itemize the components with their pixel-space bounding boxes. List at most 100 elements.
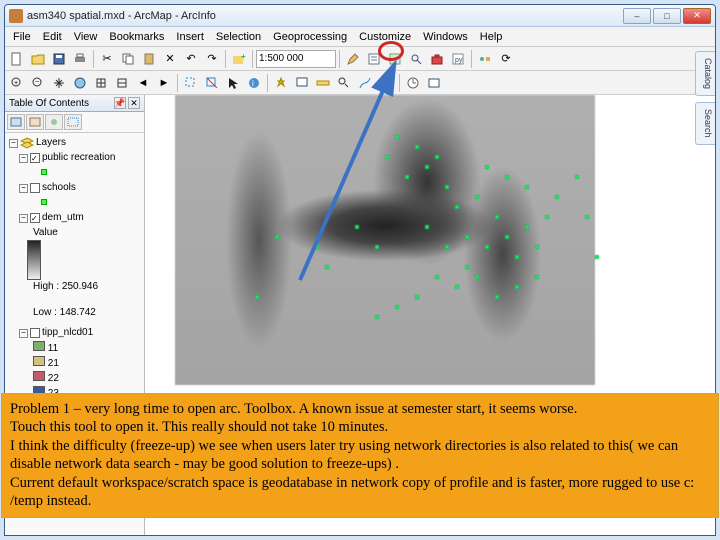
refresh-icon[interactable]: ⟳ [496,49,516,69]
layer-label: public recreation [42,151,115,165]
redo-icon[interactable]: ↷ [202,49,222,69]
point-feature [415,145,419,149]
point-feature [475,195,479,199]
toc-root[interactable]: − Layers [9,136,140,150]
value-label: Value [9,226,140,240]
window-title: asm340 spatial.mxd - ArcMap - ArcInfo [27,10,623,22]
app-icon [9,9,23,23]
toc-titlebar: Table Of Contents 📌 ✕ [5,95,144,112]
toolbox-icon[interactable] [427,49,447,69]
search-tab[interactable]: Search [695,102,715,145]
svg-text:i: i [252,79,254,88]
point-feature [545,215,549,219]
delete-icon[interactable]: ✕ [160,49,180,69]
class-row: 21 [9,356,140,371]
menu-geoprocessing[interactable]: Geoprocessing [267,29,353,45]
class-row: 22 [9,371,140,386]
menu-selection[interactable]: Selection [210,29,267,45]
point-feature [495,295,499,299]
menu-edit[interactable]: Edit [37,29,68,45]
paste-icon[interactable] [139,49,159,69]
window-buttons: – □ ✕ [623,8,711,24]
new-doc-icon[interactable] [7,49,27,69]
menu-view[interactable]: View [68,29,104,45]
layer-checkbox[interactable] [30,183,40,193]
viewer-icon[interactable] [424,73,444,93]
print-icon[interactable] [70,49,90,69]
back-icon[interactable]: ◄ [133,73,153,93]
layer-tipp-nlcd01[interactable]: − tipp_nlcd01 [9,326,140,340]
add-data-icon[interactable]: + [229,49,249,69]
expand-icon[interactable]: − [19,184,28,193]
side-dock: Catalog Search [695,51,715,251]
identify-icon[interactable]: i [244,73,264,93]
close-button[interactable]: ✕ [683,8,711,24]
open-icon[interactable] [28,49,48,69]
layer-label: dem_utm [42,211,84,225]
expand-icon[interactable]: − [19,329,28,338]
clear-selection-icon[interactable] [202,73,222,93]
raster-ramp [27,240,41,280]
minimize-button[interactable]: – [623,8,651,24]
point-feature [415,295,419,299]
select-elements-icon[interactable] [223,73,243,93]
catalog-tab[interactable]: Catalog [695,51,715,96]
toc-tabs [5,112,144,133]
zoom-out-icon[interactable]: − [28,73,48,93]
layer-public-recreation[interactable]: − public recreation [9,151,140,165]
svg-text:+: + [241,52,246,61]
maximize-button[interactable]: □ [653,8,681,24]
point-feature [475,275,479,279]
layer-dem-utm[interactable]: − dem_utm [9,211,140,225]
point-feature [395,305,399,309]
menu-help[interactable]: Help [474,29,509,45]
point-feature [445,185,449,189]
toc-tab-list[interactable] [7,114,25,130]
toc-root-label: Layers [36,136,66,150]
cut-icon[interactable]: ✂ [97,49,117,69]
hyperlink-icon[interactable] [271,73,291,93]
undo-icon[interactable]: ↶ [181,49,201,69]
python-icon[interactable]: py [448,49,468,69]
point-feature [585,215,589,219]
point-feature [485,165,489,169]
symbol [9,166,140,180]
menu-bookmarks[interactable]: Bookmarks [103,29,170,45]
point-feature [485,245,489,249]
menu-file[interactable]: File [7,29,37,45]
layer-checkbox[interactable] [30,153,40,163]
toc-tab-selection[interactable] [64,114,82,130]
menu-insert[interactable]: Insert [170,29,210,45]
symbol [9,196,140,210]
zoom-in-icon[interactable]: + [7,73,27,93]
point-feature [275,235,279,239]
fixed-zoom-in-icon[interactable] [91,73,111,93]
low-label: Low : 148.742 [9,306,140,320]
fixed-zoom-out-icon[interactable] [112,73,132,93]
toc-tab-visibility[interactable] [45,114,63,130]
select-features-icon[interactable] [181,73,201,93]
expand-icon[interactable]: − [19,154,28,163]
toc-tab-source[interactable] [26,114,44,130]
copy-icon[interactable] [118,49,138,69]
point-feature [515,255,519,259]
full-extent-icon[interactable] [70,73,90,93]
save-icon[interactable] [49,49,69,69]
modelbuilder-icon[interactable] [475,49,495,69]
high-label: High : 250.946 [9,280,140,294]
layer-checkbox[interactable] [30,213,40,223]
menu-windows[interactable]: Windows [417,29,474,45]
toc-pin-icon[interactable]: 📌 [114,97,126,109]
svg-text:py: py [455,57,463,64]
point-feature [255,295,259,299]
expand-icon[interactable]: − [9,139,18,148]
point-feature [435,155,439,159]
point-feature [525,185,529,189]
layer-checkbox[interactable] [30,328,40,338]
toc-close-icon[interactable]: ✕ [128,97,140,109]
pan-icon[interactable] [49,73,69,93]
layer-schools[interactable]: − schools [9,181,140,195]
expand-icon[interactable]: − [19,214,28,223]
forward-icon[interactable]: ► [154,73,174,93]
point-feature [455,205,459,209]
